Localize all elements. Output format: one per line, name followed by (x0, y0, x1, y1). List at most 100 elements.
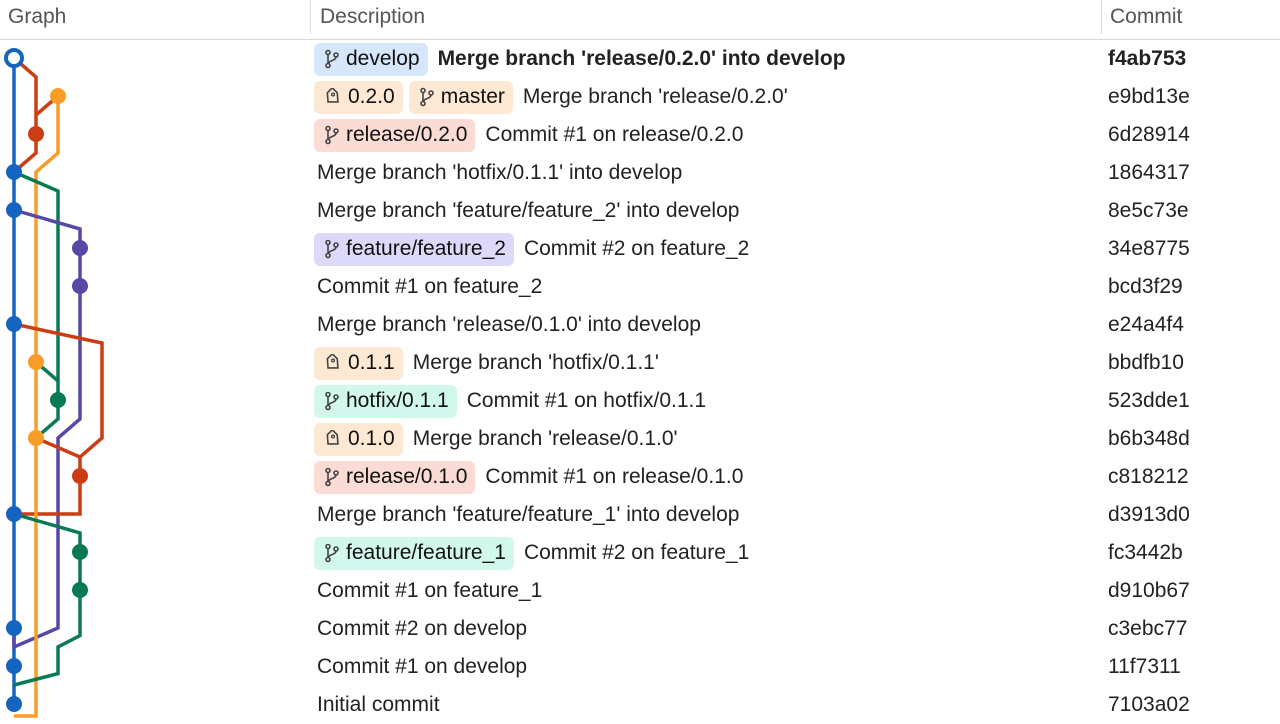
commit-description: Commit #1 on develop (317, 648, 527, 686)
branch-icon (325, 125, 339, 145)
commit-message: Commit #1 on release/0.2.0 (485, 123, 744, 146)
commit-hash: 34e8775 (1108, 237, 1190, 260)
branch-icon (325, 543, 339, 563)
commit-message: Commit #2 on develop (317, 617, 528, 640)
commit-row[interactable]: feature/feature_1 Commit #2 on feature_1 f… (0, 534, 1280, 572)
commit-description: feature/feature_2 Commit #2 on feature_2 (314, 230, 749, 268)
commit-row[interactable]: 0.1.1 Merge branch 'hotfix/0.1.1' bbdfb10 (0, 344, 1280, 382)
commit-hash: b6b348d (1108, 427, 1190, 450)
commit-row[interactable]: Initial commit 7103a02 (0, 686, 1280, 724)
tag-icon (326, 88, 339, 103)
commit-hash: bbdfb10 (1108, 351, 1184, 374)
commit-row[interactable]: hotfix/0.1.1 Commit #1 on hotfix/0.1.1 523… (0, 382, 1280, 420)
commit-description: 0.2.0 master Merge branch 'release/0.2.0' (314, 78, 788, 116)
commit-row[interactable]: 0.1.0 Merge branch 'release/0.1.0' b6b348d (0, 420, 1280, 458)
commit-description: 0.1.0 Merge branch 'release/0.1.0' (314, 420, 678, 458)
commit-description: Initial commit (317, 686, 440, 724)
commit-message: Merge branch 'release/0.2.0' (522, 85, 788, 108)
tag-icon (326, 354, 339, 369)
commit-message: Merge branch 'release/0.2.0' into develo… (437, 47, 846, 70)
commit-description: Commit #1 on feature_2 (317, 268, 542, 306)
commit-row[interactable]: release/0.1.0 Commit #1 on release/0.1.0 c… (0, 458, 1280, 496)
commit-row[interactable]: develop Merge branch 'release/0.2.0' into… (0, 40, 1280, 78)
branch-icon (325, 391, 339, 411)
commit-message: Merge branch 'hotfix/0.1.1' (412, 351, 659, 374)
commit-hash: 6d28914 (1108, 123, 1190, 146)
commit-row[interactable]: feature/feature_2 Commit #2 on feature_2 3… (0, 230, 1280, 268)
commit-hash: f4ab753 (1108, 47, 1187, 70)
badge-label: release/0.1.0 (346, 465, 468, 488)
tag-badge[interactable]: 0.2.0 (314, 80, 403, 114)
commit-hash: 8e5c73e (1108, 199, 1189, 222)
commit-hash: bcd3f29 (1108, 275, 1183, 298)
badge-label: master (440, 85, 505, 108)
tag-icon (326, 430, 339, 445)
branch-icon (325, 467, 339, 487)
commit-hash: fc3442b (1108, 541, 1183, 564)
commit-row[interactable]: Commit #2 on develop c3ebc77 (0, 610, 1280, 648)
commit-row[interactable]: 0.2.0 master Merge branch 'release/0.2.0'… (0, 78, 1280, 116)
commit-hash: e24a4f4 (1108, 313, 1184, 336)
commit-hash: c3ebc77 (1108, 617, 1188, 640)
header-graph[interactable]: Graph (8, 0, 66, 34)
commit-row[interactable]: Commit #1 on develop 11f7311 (0, 648, 1280, 686)
header-description[interactable]: Description (320, 0, 425, 34)
commit-description: Merge branch 'release/0.1.0' into develo… (317, 306, 701, 344)
commit-message: Merge branch 'feature/feature_2' into de… (317, 199, 740, 222)
commit-hash: e9bd13e (1108, 85, 1190, 108)
commit-hash: 11f7311 (1108, 655, 1181, 678)
commit-message: Commit #2 on feature_2 (523, 237, 750, 260)
commit-hash: d3913d0 (1108, 503, 1190, 526)
commit-message: Commit #1 on hotfix/0.1.1 (466, 389, 707, 412)
commit-message: Initial commit (317, 693, 440, 716)
branch-icon (325, 49, 339, 69)
column-resize-handle[interactable] (1101, 0, 1102, 34)
commit-hash: 523dde1 (1108, 389, 1190, 412)
commit-description: Merge branch 'feature/feature_2' into de… (317, 192, 739, 230)
branch-badge[interactable]: release/0.2.0 (314, 118, 476, 152)
badge-label: feature/feature_2 (346, 237, 506, 260)
commit-row[interactable]: Merge branch 'hotfix/0.1.1' into develop… (0, 154, 1280, 192)
commit-description: Merge branch 'feature/feature_1' into de… (317, 496, 739, 534)
commit-description: Commit #1 on feature_1 (317, 572, 542, 610)
commit-row[interactable]: Commit #1 on feature_1 d910b67 (0, 572, 1280, 610)
commit-hash: d910b67 (1108, 579, 1190, 602)
branch-badge[interactable]: release/0.1.0 (314, 460, 476, 494)
branch-badge[interactable]: feature/feature_2 (314, 232, 514, 266)
commit-row[interactable]: Merge branch 'feature/feature_2' into de… (0, 192, 1280, 230)
commit-message: Commit #1 on feature_2 (317, 275, 543, 298)
commit-description: 0.1.1 Merge branch 'hotfix/0.1.1' (314, 344, 659, 382)
commit-hash: c818212 (1108, 465, 1189, 488)
column-resize-handle[interactable] (310, 0, 311, 34)
header-commit[interactable]: Commit (1110, 0, 1182, 34)
commit-row[interactable]: Merge branch 'feature/feature_1' into de… (0, 496, 1280, 534)
branch-icon (419, 87, 434, 107)
commit-message: Merge branch 'feature/feature_1' into de… (317, 503, 740, 526)
branch-badge[interactable]: hotfix/0.1.1 (314, 384, 457, 418)
commit-message: Commit #1 on release/0.1.0 (485, 465, 744, 488)
column-header: Graph Description Commit (0, 0, 1280, 40)
commit-row[interactable]: release/0.2.0 Commit #1 on release/0.2.0 6… (0, 116, 1280, 154)
branch-badge[interactable]: develop (314, 42, 428, 76)
commit-message: Commit #1 on develop (317, 655, 528, 678)
commit-description: feature/feature_1 Commit #2 on feature_1 (314, 534, 749, 572)
badge-label: 0.1.1 (348, 351, 395, 374)
commit-description: release/0.2.0 Commit #1 on release/0.2.0 (314, 116, 743, 154)
commit-hash: 7103a02 (1108, 693, 1190, 716)
commit-message: Merge branch 'hotfix/0.1.1' into develop (317, 161, 683, 184)
branch-badge[interactable]: feature/feature_1 (314, 536, 514, 570)
commit-row[interactable]: Merge branch 'release/0.1.0' into develo… (0, 306, 1280, 344)
tag-badge[interactable]: 0.1.1 (314, 346, 403, 380)
commit-row[interactable]: Commit #1 on feature_2 bcd3f29 (0, 268, 1280, 306)
commit-description: Merge branch 'hotfix/0.1.1' into develop (317, 154, 682, 192)
badge-label: hotfix/0.1.1 (346, 389, 449, 412)
badge-label: release/0.2.0 (346, 123, 468, 146)
commit-message: Commit #1 on feature_1 (317, 579, 543, 602)
badge-label: 0.2.0 (348, 85, 395, 108)
badge-label: develop (346, 47, 420, 70)
tag-badge[interactable]: 0.1.0 (314, 422, 403, 456)
commit-message: Commit #2 on feature_1 (523, 541, 750, 564)
commit-hash: 1864317 (1108, 161, 1190, 184)
commit-message: Merge branch 'release/0.1.0' into develo… (317, 313, 701, 336)
branch-badge[interactable]: master (408, 80, 513, 114)
